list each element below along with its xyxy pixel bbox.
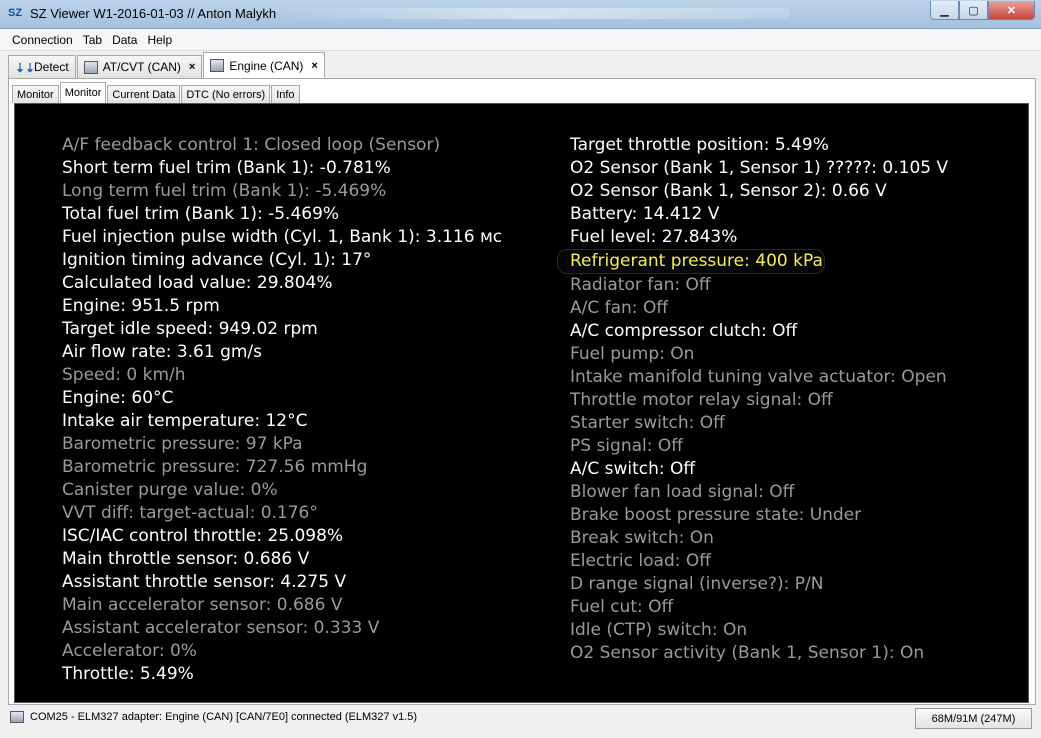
window-controls: ▁ ▢ ✕ bbox=[930, 1, 1035, 20]
menu-help[interactable]: Help bbox=[142, 33, 177, 47]
monitor-value-row: Break switch: On bbox=[570, 528, 714, 548]
subtab-monitor-active[interactable]: Monitor bbox=[59, 82, 107, 103]
monitor-value-row: O2 Sensor activity (Bank 1, Sensor 1): O… bbox=[570, 643, 925, 663]
monitor-value-row: Barometric pressure: 727.56 mmHg bbox=[62, 457, 368, 477]
monitor-value-row: Battery: 14.412 V bbox=[570, 204, 720, 224]
monitor-value-row: Intake air temperature: 12°C bbox=[62, 411, 308, 431]
menu-tab[interactable]: Tab bbox=[78, 33, 107, 47]
monitor-value-row: Short term fuel trim (Bank 1): -0.781% bbox=[62, 158, 391, 178]
tab-engine[interactable]: Engine (CAN) × bbox=[203, 52, 325, 78]
monitor-value-row: PS signal: Off bbox=[570, 436, 683, 456]
monitor-value-row: A/C compressor clutch: Off bbox=[570, 321, 798, 341]
maximize-button[interactable]: ▢ bbox=[959, 1, 988, 20]
subtab-info[interactable]: Info bbox=[271, 85, 300, 103]
tab-label: Detect bbox=[34, 60, 69, 74]
monitor-value-row: Refrigerant pressure: 400 kPa bbox=[557, 249, 825, 274]
minimize-icon: ▁ bbox=[940, 4, 949, 17]
monitor-value-row: Total fuel trim (Bank 1): -5.469% bbox=[62, 204, 340, 224]
menu-connection[interactable]: Connection bbox=[0, 33, 78, 47]
tab-close-icon[interactable]: × bbox=[189, 61, 195, 73]
subtab-current-data[interactable]: Current Data bbox=[107, 85, 181, 103]
monitor-value-row: Intake manifold tuning valve actuator: O… bbox=[570, 367, 947, 387]
monitor-value-row: Throttle motor relay signal: Off bbox=[570, 390, 833, 410]
menu-data[interactable]: Data bbox=[107, 33, 142, 47]
memory-indicator[interactable]: 68M/91M (247M) bbox=[915, 708, 1032, 729]
monitor-value-row: Accelerator: 0% bbox=[62, 641, 197, 661]
ecu-icon bbox=[210, 59, 225, 72]
tab-label: Engine (CAN) bbox=[229, 58, 304, 73]
subtab-dtc[interactable]: DTC (No errors) bbox=[181, 85, 271, 103]
monitor-value-row: Target throttle position: 5.49% bbox=[570, 135, 829, 155]
monitor-value-row: Calculated load value: 29.804% bbox=[62, 273, 333, 293]
monitor-display[interactable]: A/F feedback control 1: Closed loop (Sen… bbox=[14, 103, 1029, 703]
monitor-value-row: Engine: 60°C bbox=[62, 388, 174, 408]
monitor-value-row: A/C switch: Off bbox=[570, 459, 696, 479]
minimize-button[interactable]: ▁ bbox=[930, 1, 959, 20]
adapter-icon bbox=[10, 711, 24, 723]
monitor-value-row: Throttle: 5.49% bbox=[62, 664, 194, 684]
monitor-left-column: A/F feedback control 1: Closed loop (Sen… bbox=[62, 134, 502, 686]
ecu-icon bbox=[83, 60, 98, 74]
subtab-monitor[interactable]: Monitor bbox=[12, 85, 59, 103]
status-bar: COM25 - ELM327 adapter: Engine (CAN) [CA… bbox=[0, 706, 1041, 738]
sub-tab-bar: Monitor Monitor Current Data DTC (No err… bbox=[12, 82, 301, 103]
monitor-value-row: Main accelerator sensor: 0.686 V bbox=[62, 595, 343, 615]
window-title: SZ Viewer W1-2016-01-03 // Anton Malykh bbox=[30, 6, 277, 21]
monitor-value-row: Radiator fan: Off bbox=[570, 275, 711, 295]
tab-label: AT/CVT (CAN) bbox=[102, 60, 181, 74]
monitor-value-row: Brake boost pressure state: Under bbox=[570, 505, 862, 525]
close-icon: ✕ bbox=[1006, 4, 1017, 17]
monitor-value-row: Target idle speed: 949.02 rpm bbox=[62, 319, 318, 339]
maximize-icon: ▢ bbox=[968, 4, 979, 17]
connection-status: COM25 - ELM327 adapter: Engine (CAN) [CA… bbox=[30, 711, 418, 723]
app-icon: SZ bbox=[8, 7, 23, 19]
monitor-value-row: Fuel injection pulse width (Cyl. 1, Bank… bbox=[62, 227, 503, 247]
tab-at-cvt[interactable]: AT/CVT (CAN) × bbox=[76, 55, 203, 78]
monitor-value-row: Electric load: Off bbox=[570, 551, 711, 571]
monitor-value-row: Assistant throttle sensor: 4.275 V bbox=[62, 572, 347, 592]
monitor-value-row: Air flow rate: 3.61 gm/s bbox=[62, 342, 263, 362]
monitor-value-row: A/C fan: Off bbox=[570, 298, 669, 318]
monitor-value-row: O2 Sensor (Bank 1, Sensor 2): 0.66 V bbox=[570, 181, 887, 201]
monitor-value-row: Engine: 951.5 rpm bbox=[62, 296, 220, 316]
main-tab-bar: ⇣⇣ Detect AT/CVT (CAN) × Engine (CAN) × bbox=[8, 52, 326, 78]
monitor-value-row: O2 Sensor (Bank 1, Sensor 1) ?????: 0.10… bbox=[570, 158, 949, 178]
monitor-value-row: VVT diff: target-actual: 0.176° bbox=[62, 503, 318, 523]
monitor-value-row: Barometric pressure: 97 kPa bbox=[62, 434, 303, 454]
monitor-value-row: Speed: 0 km/h bbox=[62, 365, 186, 385]
monitor-value-row: Starter switch: Off bbox=[570, 413, 725, 433]
monitor-value-row: Blower fan load signal: Off bbox=[570, 482, 795, 502]
tab-detect[interactable]: ⇣⇣ Detect bbox=[8, 55, 76, 78]
monitor-value-row: Fuel level: 27.843% bbox=[570, 227, 738, 247]
title-bar[interactable]: SZ SZ Viewer W1-2016-01-03 // Anton Maly… bbox=[0, 0, 1041, 29]
monitor-value-row: Fuel pump: On bbox=[570, 344, 695, 364]
monitor-value-row: ISC/IAC control throttle: 25.098% bbox=[62, 526, 344, 546]
monitor-value-row: Long term fuel trim (Bank 1): -5.469% bbox=[62, 181, 387, 201]
monitor-value-row: Ignition timing advance (Cyl. 1): 17° bbox=[62, 250, 372, 270]
detect-icon: ⇣⇣ bbox=[15, 60, 36, 75]
tab-close-icon[interactable]: × bbox=[311, 60, 317, 72]
monitor-value-row: Idle (CTP) switch: On bbox=[570, 620, 748, 640]
close-button[interactable]: ✕ bbox=[988, 1, 1035, 20]
monitor-value-row: A/F feedback control 1: Closed loop (Sen… bbox=[62, 135, 441, 155]
monitor-value-row: D range signal (inverse?): P/N bbox=[570, 574, 824, 594]
monitor-value-row: Main throttle sensor: 0.686 V bbox=[62, 549, 310, 569]
monitor-value-row: Assistant accelerator sensor: 0.333 V bbox=[62, 618, 380, 638]
menu-bar: Connection Tab Data Help bbox=[0, 29, 1041, 51]
title-bar-glare bbox=[270, 8, 790, 19]
monitor-value-row: Fuel cut: Off bbox=[570, 597, 674, 617]
monitor-value-row: Canister purge value: 0% bbox=[62, 480, 278, 500]
monitor-right-column: Target throttle position: 5.49% O2 Sensor… bbox=[557, 134, 949, 665]
